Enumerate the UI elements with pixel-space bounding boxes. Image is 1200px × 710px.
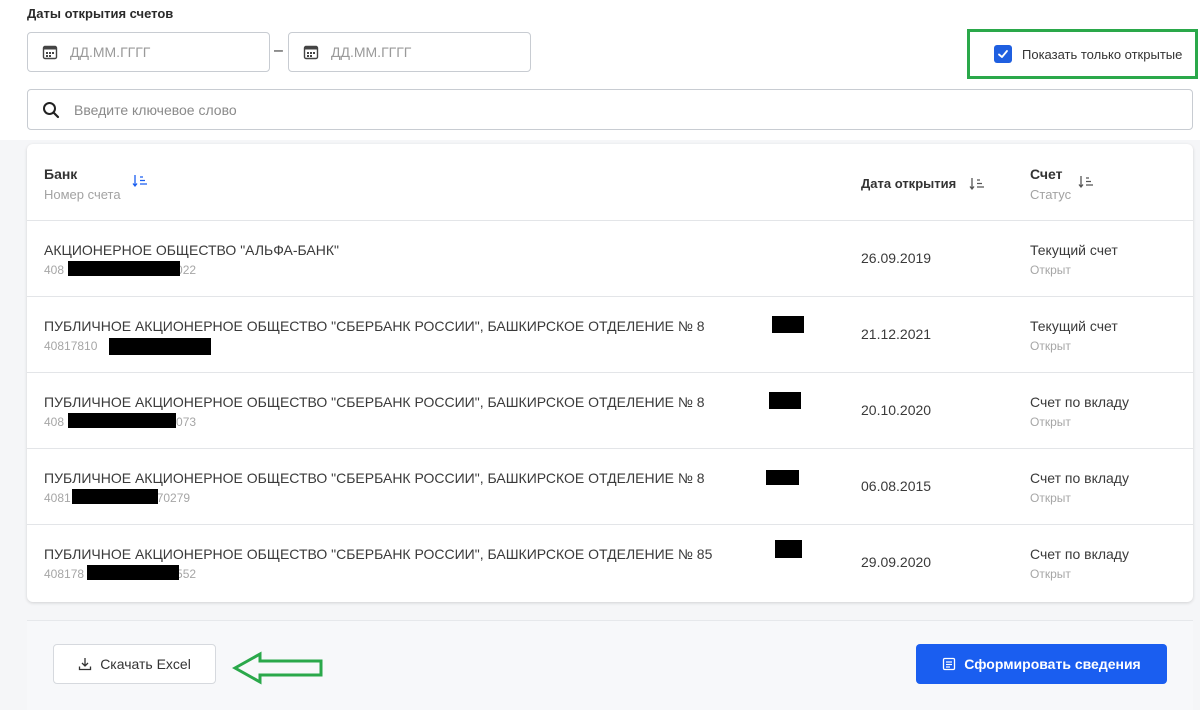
bank-name: ПУБЛИЧНОЕ АКЦИОНЕРНОЕ ОБЩЕСТВО "СБЕРБАНК… (44, 546, 713, 562)
search-input[interactable] (74, 101, 674, 118)
sort-icon[interactable] (1078, 175, 1094, 189)
calendar-icon (42, 45, 58, 60)
column-account[interactable]: Счет (1030, 166, 1063, 182)
bank-name: ПУБЛИЧНОЕ АКЦИОНЕРНОЕ ОБЩЕСТВО "СБЕРБАНК… (44, 318, 705, 334)
bank-name: ПУБЛИЧНОЕ АКЦИОНЕРНОЕ ОБЩЕСТВО "СБЕРБАНК… (44, 394, 705, 410)
account-type: Счет по вкладу (1030, 470, 1129, 486)
open-date: 21.12.2021 (861, 326, 932, 342)
table-row[interactable]: АКЦИОНЕРНОЕ ОБЩЕСТВО "АЛЬФА-БАНК" 408 022… (27, 221, 1193, 297)
download-excel-label: Скачать Excel (100, 656, 191, 672)
redaction-bar (769, 392, 801, 409)
bank-name: АКЦИОНЕРНОЕ ОБЩЕСТВО "АЛЬФА-БАНК" (44, 242, 339, 258)
accounts-table: Банк Номер счета Дата открытия Счет Стат… (27, 144, 1193, 602)
account-type: Счет по вкладу (1030, 546, 1129, 562)
date-from-input[interactable] (70, 44, 230, 60)
only-open-toggle[interactable]: Показать только открытые (967, 29, 1198, 79)
redaction-bar (68, 261, 180, 276)
open-date: 06.08.2015 (861, 478, 932, 494)
account-type: Счет по вкладу (1030, 394, 1129, 410)
redaction-bar (87, 565, 179, 580)
redaction-bar (72, 489, 158, 504)
redaction-bar (766, 470, 799, 485)
column-open-date[interactable]: Дата открытия (861, 176, 956, 191)
redaction-bar (772, 316, 804, 333)
account-type: Текущий счет (1030, 242, 1118, 258)
account-number: 40817810 (44, 339, 98, 353)
generate-report-button[interactable]: Сформировать сведения (916, 644, 1167, 684)
calendar-icon (303, 45, 319, 60)
generate-report-label: Сформировать сведения (964, 656, 1141, 672)
date-range-separator: – (274, 42, 283, 59)
only-open-checkbox[interactable] (994, 45, 1012, 63)
date-range-label: Даты открытия счетов (27, 6, 174, 21)
account-status: Открыт (1030, 339, 1071, 353)
open-date: 29.09.2020 (861, 554, 932, 570)
account-status: Открыт (1030, 567, 1071, 581)
account-status: Открыт (1030, 491, 1071, 505)
open-date: 20.10.2020 (861, 402, 932, 418)
search-field[interactable] (27, 89, 1193, 130)
redaction-bar (775, 540, 802, 558)
account-type: Текущий счет (1030, 318, 1118, 334)
redaction-bar (109, 338, 211, 355)
table-row[interactable]: ПУБЛИЧНОЕ АКЦИОНЕРНОЕ ОБЩЕСТВО "СБЕРБАНК… (27, 373, 1193, 449)
redaction-bar (68, 413, 176, 428)
open-date: 26.09.2019 (861, 250, 932, 266)
download-excel-button[interactable]: Скачать Excel (53, 644, 216, 684)
checkmark-icon (998, 50, 1008, 58)
download-icon (79, 658, 92, 671)
bank-name: ПУБЛИЧНОЕ АКЦИОНЕРНОЕ ОБЩЕСТВО "СБЕРБАНК… (44, 470, 705, 486)
action-footer: Скачать Excel Сформировать сведения (27, 620, 1193, 710)
search-icon (43, 101, 60, 118)
table-row[interactable]: ПУБЛИЧНОЕ АКЦИОНЕРНОЕ ОБЩЕСТВО "СБЕРБАНК… (27, 525, 1193, 601)
document-icon (943, 657, 956, 671)
table-row[interactable]: ПУБЛИЧНОЕ АКЦИОНЕРНОЕ ОБЩЕСТВО "СБЕРБАНК… (27, 297, 1193, 373)
account-status: Открыт (1030, 415, 1071, 429)
date-to-field[interactable] (288, 32, 531, 72)
sort-icon[interactable] (132, 174, 148, 188)
table-header: Банк Номер счета Дата открытия Счет Стат… (27, 144, 1193, 221)
table-row[interactable]: ПУБЛИЧНОЕ АКЦИОНЕРНОЕ ОБЩЕСТВО "СБЕРБАНК… (27, 449, 1193, 525)
only-open-label: Показать только открытые (1022, 46, 1183, 62)
sort-icon[interactable] (969, 177, 985, 191)
date-to-input[interactable] (331, 44, 491, 60)
date-from-field[interactable] (27, 32, 270, 72)
annotation-arrow-icon (232, 651, 323, 685)
column-status: Статус (1030, 187, 1072, 202)
column-account-number: Номер счета (44, 187, 121, 202)
account-status: Открыт (1030, 263, 1071, 277)
column-bank[interactable]: Банк (44, 166, 77, 182)
